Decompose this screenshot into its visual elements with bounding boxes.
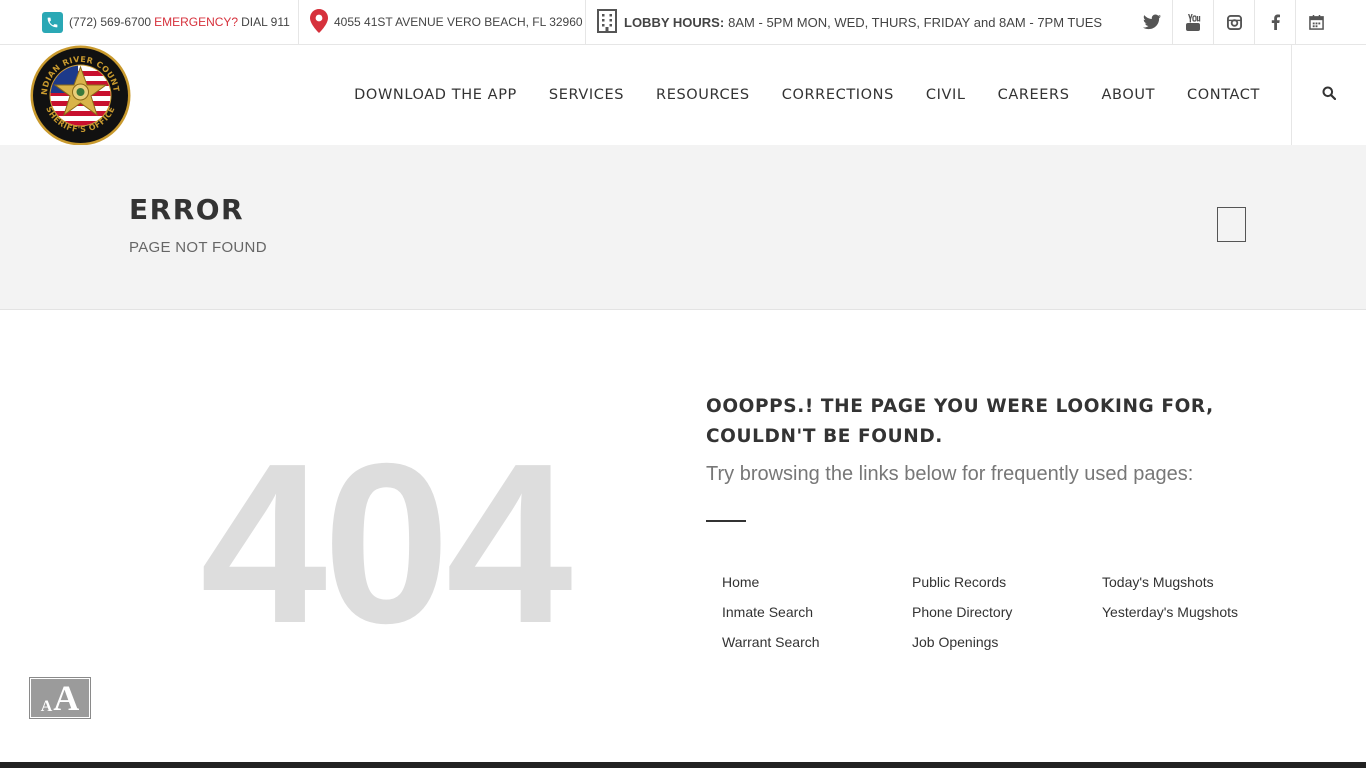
emergency-action: DIAL 911 [241,15,290,29]
facebook-icon[interactable] [1254,0,1295,44]
link-yesterdays-mugshots[interactable]: Yesterday's Mugshots [1102,602,1262,622]
text-size-large-icon: A [53,678,80,718]
nav-careers[interactable]: CAREERS [998,87,1070,103]
hours-text: 8AM - 5PM MON, WED, THURS, FRIDAY and 8A… [728,14,1103,30]
page-title-band: ERROR PAGE NOT FOUND [0,145,1366,310]
social-links [1131,0,1336,44]
hours-label: LOBBY HOURS: [624,14,725,30]
emergency-label: EMERGENCY? [154,15,239,29]
main-nav: DOWNLOAD THE APP SERVICES RESOURCES CORR… [322,45,1260,145]
page-subtitle: PAGE NOT FOUND [129,239,267,256]
text-size-toggle[interactable]: A A [29,677,91,719]
sheriff-logo[interactable]: INDIAN RIVER COUNTY SHERIFF'S OFFICE [26,38,131,146]
link-inmate-search[interactable]: Inmate Search [722,602,912,622]
calendar-icon[interactable] [1295,0,1336,44]
phone-number[interactable]: (772) 569-6700 [69,15,151,29]
footer-strip [0,762,1366,768]
topbar-divider [585,0,586,44]
phone-info[interactable]: (772) 569-6700 EMERGENCY? DIAL 911 [42,0,290,44]
twitter-icon[interactable] [1131,0,1172,44]
search-button[interactable] [1292,45,1366,145]
map-pin-icon [310,8,328,36]
instagram-icon[interactable] [1213,0,1254,44]
search-icon [1322,86,1337,105]
building-icon [597,8,617,36]
link-warrant-search[interactable]: Warrant Search [722,632,912,652]
nav-download-app[interactable]: DOWNLOAD THE APP [354,87,517,103]
text-size-small-icon: A [40,698,53,715]
quick-links: Home Public Records Today's Mugshots Inm… [722,572,1262,652]
link-phone-directory[interactable]: Phone Directory [912,602,1102,622]
link-public-records[interactable]: Public Records [912,572,1102,592]
nav-civil[interactable]: CIVIL [926,87,966,103]
nav-contact[interactable]: CONTACT [1187,87,1260,103]
error-code: 404 [200,417,572,671]
nav-corrections[interactable]: CORRECTIONS [782,87,894,103]
link-home[interactable]: Home [722,572,912,592]
topbar-divider [298,0,299,44]
page-title: ERROR [129,193,245,226]
nav-about[interactable]: ABOUT [1102,87,1156,103]
nav-services[interactable]: SERVICES [549,87,624,103]
error-heading: OOOPPS.! THE PAGE YOU WERE LOOKING FOR, … [706,396,1214,447]
link-todays-mugshots[interactable]: Today's Mugshots [1102,572,1262,592]
address-text: 4055 41ST AVENUE VERO BEACH, FL 32960 [334,15,583,29]
top-info-bar: (772) 569-6700 EMERGENCY? DIAL 911 4055 … [0,0,1366,45]
error-subheading: Try browsing the links below for frequen… [706,463,1194,485]
placeholder-box [1217,207,1246,242]
youtube-icon[interactable] [1172,0,1213,44]
nav-resources[interactable]: RESOURCES [656,87,750,103]
lobby-hours: LOBBY HOURS: 8AM - 5PM MON, WED, THURS, … [597,0,1102,44]
phone-icon [42,11,63,33]
heading-divider [706,520,746,522]
link-job-openings[interactable]: Job Openings [912,632,1102,652]
address-info[interactable]: 4055 41ST AVENUE VERO BEACH, FL 32960 [310,0,583,44]
site-header: INDIAN RIVER COUNTY SHERIFF'S OFFICE DOW… [0,38,1366,146]
